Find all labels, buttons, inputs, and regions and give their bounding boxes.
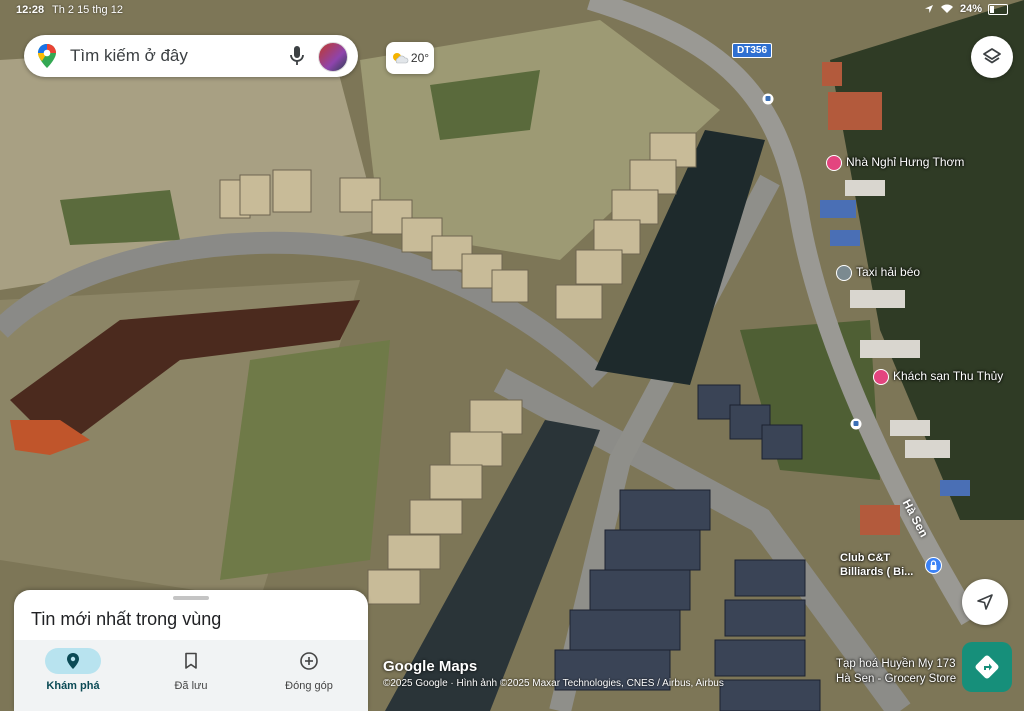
google-maps-logo: Google Maps — [383, 658, 478, 675]
place-icon — [836, 265, 852, 281]
bus-stop-icon[interactable] — [850, 418, 862, 430]
status-right: 24% — [924, 3, 1008, 15]
bottom-tabs: Khám phá Đã lưu Đóng góp — [14, 640, 368, 711]
route-badge: DT356 — [732, 43, 773, 58]
poi-label: Khách sạn Thu Thủy — [893, 369, 1004, 384]
sheet-title: Tin mới nhất trong vùng — [31, 609, 222, 629]
status-date: Th 2 15 thg 12 — [52, 4, 123, 16]
tab-label: Khám phá — [46, 680, 100, 692]
battery-percent: 24% — [959, 3, 982, 15]
search-input[interactable] — [68, 45, 272, 67]
navigation-arrow-icon — [977, 594, 993, 610]
partly-cloudy-icon — [392, 53, 409, 64]
poi-label: Taxi hải béo — [856, 265, 921, 280]
bed-icon — [873, 369, 889, 385]
tab-icon-wrap — [281, 648, 337, 674]
poi-label: Club C&T Billiards ( Bi... — [840, 552, 914, 578]
poi-taxi-hai-beo[interactable]: Taxi hải béo — [836, 265, 920, 281]
battery-icon — [988, 3, 1008, 15]
search-bar[interactable] — [24, 35, 358, 77]
status-bar: 12:28 Th 2 15 thg 12 24% — [0, 0, 1024, 20]
directions-button[interactable] — [962, 642, 1012, 692]
avatar[interactable] — [318, 42, 348, 72]
explore-pin-icon — [67, 653, 79, 669]
tab-label: Đã lưu — [174, 680, 208, 692]
poi-nha-nghi-hung-thom[interactable]: Nhà Nghỉ Hưng Thơm — [826, 155, 964, 171]
sheet-drag-handle[interactable] — [173, 596, 209, 600]
bookmark-icon — [185, 652, 197, 669]
bottom-sheet[interactable]: Tin mới nhất trong vùng Khám phá Đã lưu … — [14, 590, 368, 711]
location-arrow-icon — [924, 5, 933, 13]
maps-pin-icon — [38, 44, 56, 68]
poi-tap-hoa-huyen-my[interactable]: Tạp hoá Huyền My 173 Hà Sen - Grocery St… — [836, 657, 961, 687]
lock-icon[interactable] — [925, 557, 942, 574]
tab-contribute[interactable]: Đóng góp — [250, 640, 368, 711]
weather-chip[interactable]: 20° — [386, 42, 434, 74]
tab-explore[interactable]: Khám phá — [14, 640, 132, 711]
tab-icon-wrap — [163, 648, 219, 674]
directions-icon — [975, 655, 999, 679]
poi-label: Nhà Nghỉ Hưng Thơm — [846, 155, 965, 170]
layers-icon — [983, 48, 1001, 64]
bus-stop-icon[interactable] — [762, 93, 774, 105]
wifi-icon — [940, 4, 953, 13]
tab-label: Đóng góp — [285, 680, 333, 692]
weather-temp: 20° — [410, 51, 430, 65]
my-location-button[interactable] — [962, 579, 1008, 625]
mic-icon[interactable] — [288, 45, 306, 67]
status-time: 12:28 — [16, 4, 45, 16]
tab-icon-wrap — [45, 648, 101, 674]
poi-club-ct-billiards[interactable]: Club C&T Billiards ( Bi... — [840, 551, 922, 579]
poi-label: Tạp hoá Huyền My 173 Hà Sen - Grocery St… — [836, 658, 957, 685]
map-copyright: ©2025 Google · Hình ảnh ©2025 Maxar Tech… — [383, 678, 724, 689]
bed-icon — [826, 155, 842, 171]
layers-button[interactable] — [971, 36, 1013, 78]
tab-saved[interactable]: Đã lưu — [132, 640, 250, 711]
poi-khach-san-thu-thuy[interactable]: Khách sạn Thu Thủy — [873, 369, 1003, 385]
add-circle-icon — [300, 652, 318, 670]
